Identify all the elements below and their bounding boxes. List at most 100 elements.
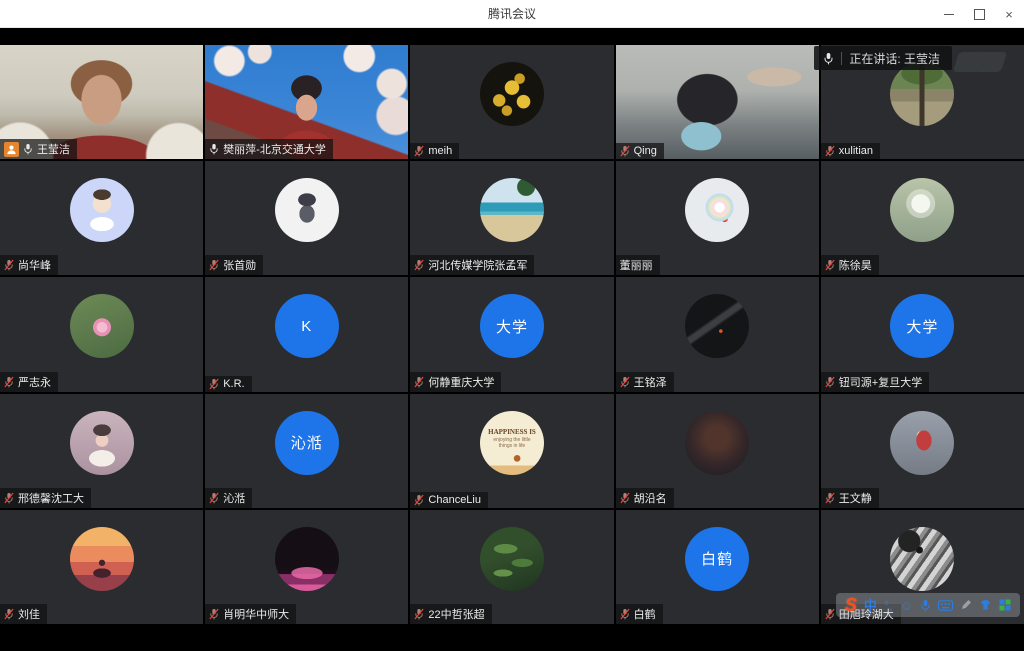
handwriting-icon[interactable] [960,599,972,611]
mic-muted-icon [620,145,630,157]
participant-tile[interactable]: meih [410,45,613,159]
participant-namebar: xulitian [821,143,880,159]
participant-namebar: 尚华峰 [0,255,58,275]
mic-on-icon [209,143,219,155]
participant-tile[interactable]: 胡沿名 [616,394,819,508]
avatar-letter: 大学 [496,316,528,337]
participant-namebar: 张首勋 [205,255,263,275]
mic-muted-icon [825,608,835,620]
speaking-mic-icon [823,52,834,65]
close-button[interactable]: × [994,0,1024,28]
emoji-icon[interactable]: ☺ [900,599,913,612]
chinese-mode-icon[interactable]: 中 [864,599,877,612]
keyboard-icon[interactable] [938,600,953,611]
mic-muted-icon [414,145,424,157]
participant-avatar: 沁湉 [275,411,339,475]
mic-muted-icon [414,259,424,271]
participant-avatar [685,178,749,242]
participant-tile[interactable]: 尚华峰 [0,161,203,275]
participant-namebar: 何静重庆大学 [410,372,501,392]
participant-avatar: 白鹤 [685,527,749,591]
mic-on-icon [23,143,33,155]
speaking-indicator: 正在讲话: 王莹洁 [814,46,952,70]
mic-muted-icon [4,376,14,388]
participant-tile[interactable]: 大学何静重庆大学 [410,277,613,391]
participant-namebar: 陈徐昊 [821,255,879,275]
participant-tile[interactable]: 王文静 [821,394,1024,508]
avatar-letter: 大学 [906,316,938,337]
video-grid: 王莹洁 樊丽萍-北京交通大学 meih Qing xulitian 尚华峰 张首勋 河北传媒学… [0,45,1024,624]
participant-tile[interactable]: KK.R. [205,277,408,391]
mic-muted-icon [4,608,14,620]
participant-tile[interactable]: 22中哲张超 [410,510,613,624]
participant-namebar: 胡沿名 [616,488,674,508]
participant-avatar [275,178,339,242]
participant-avatar [890,178,954,242]
participant-name: 白鹤 [634,606,656,622]
voice-input-icon[interactable] [920,599,931,612]
participant-namebar: 22中哲张超 [410,604,491,624]
minimize-button[interactable] [934,0,964,28]
participant-avatar [70,178,134,242]
participant-tile[interactable]: 刘佳 [0,510,203,624]
participant-tile[interactable]: 沁湉沁湉 [205,394,408,508]
participant-name: 尚华峰 [18,257,51,273]
speaking-label: 正在讲话: 王莹洁 [849,50,940,67]
participant-tile[interactable]: 邢德馨沈工大 [0,394,203,508]
participant-namebar: 白鹤 [616,604,663,624]
participant-namebar: 樊丽萍-北京交通大学 [205,139,333,159]
participant-namebar: 肖明华中师大 [205,604,296,624]
participant-tile[interactable]: 陈徐昊 [821,161,1024,275]
participant-name: 王文静 [839,490,872,506]
participant-avatar: HAPPINESS ISenjoying the little things i… [480,411,544,475]
toolbox-grid-icon[interactable] [999,599,1011,611]
participant-tile[interactable]: 严志永 [0,277,203,391]
participant-tile[interactable]: 肖明华中师大 [205,510,408,624]
participant-name: 钮司源+复旦大学 [839,374,922,390]
participant-avatar [480,62,544,126]
window-controls: × [934,0,1024,28]
skin-shirt-icon[interactable] [979,599,992,611]
ime-toolbar: S 中 °, ☺ [836,593,1020,617]
restore-button[interactable] [964,0,994,28]
sogou-logo-icon[interactable]: S [845,596,857,614]
participant-tile[interactable]: 王莹洁 [0,45,203,159]
presenter-icon [4,142,19,157]
participant-name: 沁湉 [223,490,245,506]
mic-muted-icon [825,376,835,388]
avatar-letter: 沁湉 [291,432,323,453]
title-bar: 腾讯会议 × [0,0,1024,28]
mic-muted-icon [209,608,219,620]
mic-muted-icon [825,492,835,504]
participant-namebar: Qing [616,143,664,159]
avatar-poster-subtitle: enjoying the little things in life [490,437,534,449]
participant-name: 张首勋 [223,257,256,273]
participant-tile[interactable]: 白鹤白鹤 [616,510,819,624]
participant-name: 陈徐昊 [839,257,872,273]
mic-muted-icon [4,259,14,271]
participant-tile[interactable]: 董丽丽 [616,161,819,275]
participant-namebar: ChanceLiu [410,492,488,508]
participant-tile[interactable]: 王铭泽 [616,277,819,391]
participant-namebar: 钮司源+复旦大学 [821,372,929,392]
avatar-letter: K [301,318,312,335]
participant-avatar [685,411,749,475]
participant-tile[interactable]: 河北传媒学院张孟军 [410,161,613,275]
meeting-stage: 王莹洁 樊丽萍-北京交通大学 meih Qing xulitian 尚华峰 张首勋 河北传媒学… [0,28,1024,651]
participant-tile[interactable]: 张首勋 [205,161,408,275]
participant-tile[interactable]: 大学钮司源+复旦大学 [821,277,1024,391]
participant-namebar: 王莹洁 [0,139,77,159]
participant-avatar: 大学 [890,294,954,358]
participant-name: 刘佳 [18,606,40,622]
participant-namebar: meih [410,143,459,159]
participant-name: 邢德馨沈工大 [18,490,84,506]
punctuation-icon[interactable]: °, [884,599,893,612]
participant-name: meih [428,145,452,157]
participant-namebar: 刘佳 [0,604,47,624]
participant-tile[interactable]: Qing [616,45,819,159]
participant-namebar: 王文静 [821,488,879,508]
mic-muted-icon [620,492,630,504]
participant-tile[interactable]: 樊丽萍-北京交通大学 [205,45,408,159]
divider [841,52,842,65]
participant-tile[interactable]: HAPPINESS ISenjoying the little things i… [410,394,613,508]
